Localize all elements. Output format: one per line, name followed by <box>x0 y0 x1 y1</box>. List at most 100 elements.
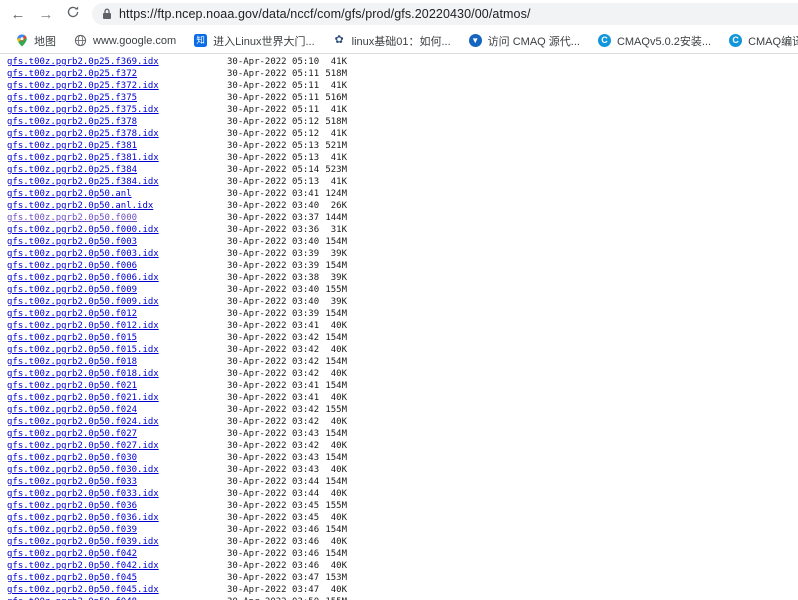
file-link[interactable]: gfs.t00z.pgrb2.0p50.f012.idx <box>7 320 159 332</box>
bookmark-label: linux基础01：如何... <box>351 35 451 48</box>
file-link[interactable]: gfs.t00z.pgrb2.0p25.f378 <box>7 116 137 128</box>
bookmark-linux-intro[interactable]: 知 进入Linux世界大门... <box>185 31 323 51</box>
file-row: gfs.t00z.pgrb2.0p50.f012 30-Apr-2022 03:3… <box>0 308 798 320</box>
file-row: gfs.t00z.pgrb2.0p50.anl 30-Apr-2022 03:41… <box>0 188 798 200</box>
file-row: gfs.t00z.pgrb2.0p25.f378.idx 30-Apr-2022 … <box>0 128 798 140</box>
file-row: gfs.t00z.pgrb2.0p50.f009 30-Apr-2022 03:4… <box>0 284 798 296</box>
file-row: gfs.t00z.pgrb2.0p50.f018 30-Apr-2022 03:4… <box>0 356 798 368</box>
file-link[interactable]: gfs.t00z.pgrb2.0p50.f048 <box>7 596 137 600</box>
file-size: 155M <box>325 405 347 415</box>
file-link[interactable]: gfs.t00z.pgrb2.0p50.f039.idx <box>7 536 159 548</box>
file-link[interactable]: gfs.t00z.pgrb2.0p50.f027 <box>7 428 137 440</box>
file-row: gfs.t00z.pgrb2.0p50.f030.idx 30-Apr-2022 … <box>0 464 798 476</box>
file-link[interactable]: gfs.t00z.pgrb2.0p25.f378.idx <box>7 128 159 140</box>
file-link[interactable]: gfs.t00z.pgrb2.0p50.f039 <box>7 524 137 536</box>
reload-icon <box>66 5 80 23</box>
file-row: gfs.t00z.pgrb2.0p25.f378 30-Apr-2022 05:1… <box>0 116 798 128</box>
file-link[interactable]: gfs.t00z.pgrb2.0p50.f015.idx <box>7 344 159 356</box>
file-row: gfs.t00z.pgrb2.0p50.f027.idx 30-Apr-2022 … <box>0 440 798 452</box>
file-size: 40K <box>330 561 347 571</box>
file-link[interactable]: gfs.t00z.pgrb2.0p50.f036 <box>7 500 137 512</box>
file-link[interactable]: gfs.t00z.pgrb2.0p50.f045.idx <box>7 584 159 596</box>
file-link[interactable]: gfs.t00z.pgrb2.0p50.f045 <box>7 572 137 584</box>
file-size: 41K <box>330 105 347 115</box>
file-link[interactable]: gfs.t00z.pgrb2.0p50.f006.idx <box>7 272 159 284</box>
file-link[interactable]: gfs.t00z.pgrb2.0p50.f000.idx <box>7 224 159 236</box>
file-link[interactable]: gfs.t00z.pgrb2.0p50.anl.idx <box>7 200 153 212</box>
file-link[interactable]: gfs.t00z.pgrb2.0p50.f033.idx <box>7 488 159 500</box>
file-link[interactable]: gfs.t00z.pgrb2.0p50.f027.idx <box>7 440 159 452</box>
file-link[interactable]: gfs.t00z.pgrb2.0p50.f030.idx <box>7 464 159 476</box>
file-link[interactable]: gfs.t00z.pgrb2.0p50.f021.idx <box>7 392 159 404</box>
file-link[interactable]: gfs.t00z.pgrb2.0p25.f375 <box>7 92 137 104</box>
file-size: 154M <box>325 357 347 367</box>
file-link[interactable]: gfs.t00z.pgrb2.0p25.f381.idx <box>7 152 159 164</box>
forward-button[interactable]: → <box>33 0 59 28</box>
bookmark-google[interactable]: www.google.com <box>65 32 185 49</box>
file-row: gfs.t00z.pgrb2.0p50.f006 30-Apr-2022 03:3… <box>0 260 798 272</box>
bookmark-cmaq-install[interactable]: C CMAQv5.0.2安装... <box>589 31 720 51</box>
bookmark-cmaq-compile[interactable]: C CMAQ编译教程-专... <box>720 31 798 51</box>
file-size: 523M <box>325 165 347 175</box>
file-size: 124M <box>325 189 347 199</box>
url-text[interactable]: https://ftp.ncep.noaa.gov/data/nccf/com/… <box>119 7 531 21</box>
bookmark-label: 访问 CMAQ 源代... <box>487 35 580 48</box>
file-size: 40K <box>330 393 347 403</box>
url-bar[interactable]: https://ftp.ncep.noaa.gov/data/nccf/com/… <box>92 3 798 25</box>
file-link[interactable]: gfs.t00z.pgrb2.0p25.f381 <box>7 140 137 152</box>
file-row: gfs.t00z.pgrb2.0p25.f372.idx 30-Apr-2022 … <box>0 80 798 92</box>
file-link[interactable]: gfs.t00z.pgrb2.0p50.f036.idx <box>7 512 159 524</box>
file-link[interactable]: gfs.t00z.pgrb2.0p50.anl <box>7 188 132 200</box>
file-link[interactable]: gfs.t00z.pgrb2.0p50.f021 <box>7 380 137 392</box>
file-link[interactable]: gfs.t00z.pgrb2.0p25.f372 <box>7 68 137 80</box>
file-link[interactable]: gfs.t00z.pgrb2.0p50.f018 <box>7 356 137 368</box>
file-size: 40K <box>330 417 347 427</box>
file-size: 40K <box>330 513 347 523</box>
file-size: 41K <box>330 57 347 67</box>
forward-icon: → <box>38 5 54 23</box>
navy-badge-icon: ✿ <box>334 34 344 46</box>
bookmark-linux-basics[interactable]: ✿ linux基础01：如何... <box>324 31 460 51</box>
file-link[interactable]: gfs.t00z.pgrb2.0p25.f372.idx <box>7 80 159 92</box>
file-link[interactable]: gfs.t00z.pgrb2.0p50.f015 <box>7 332 137 344</box>
blue-shield-icon: ▼ <box>468 34 482 47</box>
file-size: 41K <box>330 153 347 163</box>
padlock-icon[interactable] <box>102 8 112 20</box>
file-size: 40K <box>330 321 347 331</box>
back-button[interactable]: ← <box>5 0 31 28</box>
file-link[interactable]: gfs.t00z.pgrb2.0p50.f012 <box>7 308 137 320</box>
file-link[interactable]: gfs.t00z.pgrb2.0p50.f024.idx <box>7 416 159 428</box>
bookmark-cmaq-source[interactable]: ▼ 访问 CMAQ 源代... <box>460 31 589 51</box>
csdn-icon: C <box>597 34 611 47</box>
file-row: gfs.t00z.pgrb2.0p25.f372 30-Apr-2022 05:1… <box>0 68 798 80</box>
file-size: 153M <box>325 573 347 583</box>
file-link[interactable]: gfs.t00z.pgrb2.0p50.f003.idx <box>7 248 159 260</box>
file-row: gfs.t00z.pgrb2.0p50.f033.idx 30-Apr-2022 … <box>0 488 798 500</box>
file-link[interactable]: gfs.t00z.pgrb2.0p50.f018.idx <box>7 368 159 380</box>
bookmark-maps[interactable]: 地图 <box>6 31 65 51</box>
file-link[interactable]: gfs.t00z.pgrb2.0p50.f009 <box>7 284 137 296</box>
file-row: gfs.t00z.pgrb2.0p50.f024 30-Apr-2022 03:4… <box>0 404 798 416</box>
reload-button[interactable] <box>60 0 86 28</box>
bookmark-label: CMAQv5.0.2安装... <box>616 35 712 48</box>
file-link[interactable]: gfs.t00z.pgrb2.0p25.f369.idx <box>7 56 159 68</box>
file-link[interactable]: gfs.t00z.pgrb2.0p50.f042.idx <box>7 560 159 572</box>
file-row: gfs.t00z.pgrb2.0p25.f369.idx 30-Apr-2022 … <box>0 56 798 68</box>
file-row: gfs.t00z.pgrb2.0p50.f036 30-Apr-2022 03:4… <box>0 500 798 512</box>
file-row: gfs.t00z.pgrb2.0p50.f012.idx 30-Apr-2022 … <box>0 320 798 332</box>
file-size: 155M <box>300 596 347 600</box>
file-link[interactable]: gfs.t00z.pgrb2.0p50.f000 <box>7 212 137 224</box>
file-size: 154M <box>325 453 347 463</box>
file-size: 154M <box>325 429 347 439</box>
file-link[interactable]: gfs.t00z.pgrb2.0p50.f003 <box>7 236 137 248</box>
file-link[interactable]: gfs.t00z.pgrb2.0p50.f033 <box>7 476 137 488</box>
file-link[interactable]: gfs.t00z.pgrb2.0p25.f384 <box>7 164 137 176</box>
file-link[interactable]: gfs.t00z.pgrb2.0p25.f375.idx <box>7 104 159 116</box>
file-link[interactable]: gfs.t00z.pgrb2.0p50.f006 <box>7 260 137 272</box>
file-link[interactable]: gfs.t00z.pgrb2.0p50.f042 <box>7 548 137 560</box>
file-link[interactable]: gfs.t00z.pgrb2.0p50.f009.idx <box>7 296 159 308</box>
file-link[interactable]: gfs.t00z.pgrb2.0p25.f384.idx <box>7 176 159 188</box>
file-row: gfs.t00z.pgrb2.0p50.f003.idx 30-Apr-2022 … <box>0 248 798 260</box>
file-link[interactable]: gfs.t00z.pgrb2.0p50.f030 <box>7 452 137 464</box>
file-link[interactable]: gfs.t00z.pgrb2.0p50.f024 <box>7 404 137 416</box>
